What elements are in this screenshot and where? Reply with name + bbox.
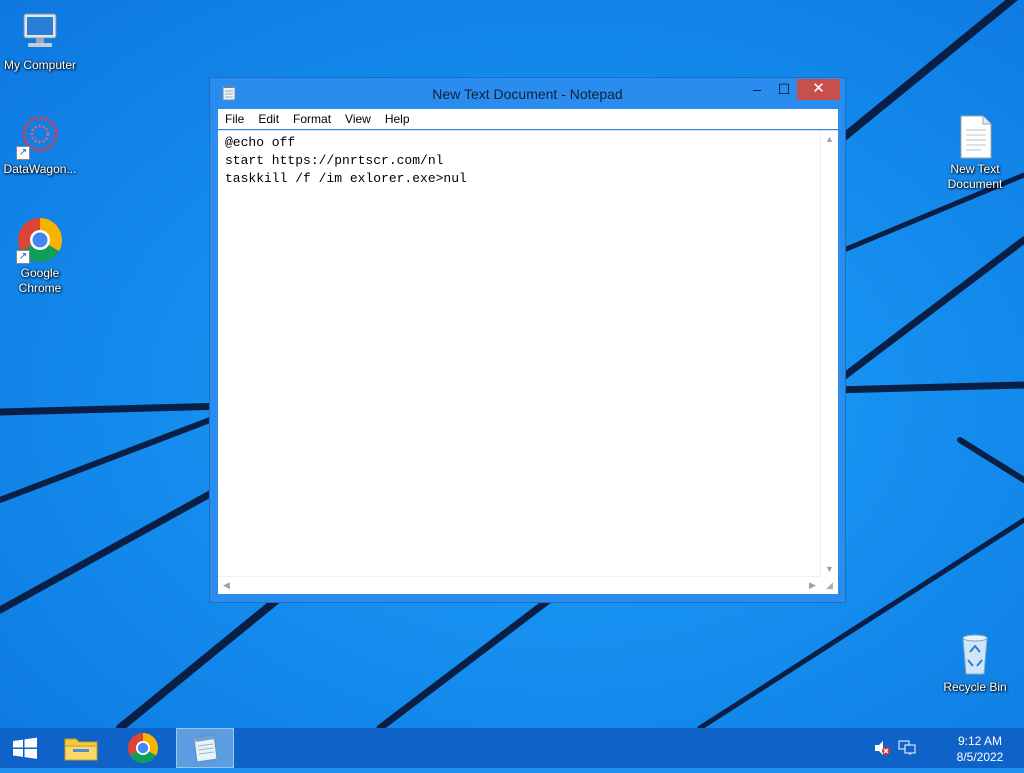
desktop-icon-label-line1: New Text xyxy=(950,162,1000,176)
scroll-down-icon[interactable]: ▼ xyxy=(821,561,838,578)
shortcut-arrow-icon: ↗ xyxy=(16,250,30,264)
desktop-icon-google-chrome[interactable]: ↗ Google Chrome xyxy=(0,216,80,296)
menu-view[interactable]: View xyxy=(338,109,378,129)
speaker-muted-icon[interactable] xyxy=(874,740,890,761)
desktop-icon-label-line2: Document xyxy=(947,177,1003,191)
scroll-up-icon[interactable]: ▲ xyxy=(821,131,838,148)
menu-bar: File Edit Format View Help xyxy=(218,109,838,129)
desktop-icon-datawagon[interactable]: ↗ DataWagon... xyxy=(0,112,80,177)
notepad-window[interactable]: New Text Document - Notepad – ☐ ✕ File Ed… xyxy=(209,77,846,603)
menu-help[interactable]: Help xyxy=(378,109,417,129)
size-grip[interactable]: ◢ xyxy=(821,577,838,594)
desktop-icon-label: DataWagon... xyxy=(3,162,77,176)
chrome-icon: ↗ xyxy=(16,216,64,264)
desktop-icon-recycle-bin[interactable]: Recycle Bin xyxy=(935,630,1015,695)
desktop-icon-label-line2: Chrome xyxy=(18,281,62,295)
taskbar: 9:12 AM 8/5/2022 xyxy=(0,728,1024,768)
desktop-icon-label-line1: Google xyxy=(20,266,60,280)
desktop-icon-new-text-document[interactable]: New Text Document xyxy=(935,112,1015,192)
editor-content[interactable]: @echo off start https://pnrtscr.com/nl t… xyxy=(225,134,467,188)
window-titlebar[interactable]: New Text Document - Notepad – ☐ ✕ xyxy=(210,78,845,108)
vertical-scrollbar[interactable]: ▲ ▼ xyxy=(820,131,838,578)
network-icon[interactable] xyxy=(898,740,916,761)
text-editor[interactable]: @echo off start https://pnrtscr.com/nl t… xyxy=(218,130,838,594)
desktop-icon-label: Recycle Bin xyxy=(943,680,1007,694)
recycle-bin-icon xyxy=(951,630,999,678)
taskbar-file-explorer[interactable] xyxy=(52,728,110,768)
scroll-right-icon[interactable]: ▶ xyxy=(804,577,821,594)
system-clock[interactable]: 9:12 AM 8/5/2022 xyxy=(948,733,1012,765)
desktop-icon-my-computer[interactable]: My Computer xyxy=(0,8,80,73)
desktop-icon-label: My Computer xyxy=(3,58,77,72)
folder-icon xyxy=(64,738,98,761)
menu-file[interactable]: File xyxy=(218,109,251,129)
text-document-icon xyxy=(951,112,999,160)
close-button[interactable]: ✕ xyxy=(797,79,840,100)
shortcut-arrow-icon: ↗ xyxy=(16,146,30,160)
menu-format[interactable]: Format xyxy=(286,109,338,129)
notepad-icon xyxy=(193,734,218,763)
menu-edit[interactable]: Edit xyxy=(251,109,286,129)
horizontal-scrollbar[interactable]: ◀ ▶ xyxy=(218,576,821,594)
desktop[interactable]: My Computer ↗ DataWagon... ↗ Google Chro… xyxy=(0,0,1024,728)
windows-logo-icon xyxy=(13,737,37,759)
minimize-button[interactable]: – xyxy=(743,79,771,100)
chrome-icon xyxy=(128,733,159,764)
taskbar-notepad[interactable] xyxy=(176,728,234,768)
computer-icon xyxy=(16,8,64,56)
scroll-left-icon[interactable]: ◀ xyxy=(218,577,235,594)
clock-date: 8/5/2022 xyxy=(956,750,1004,764)
taskbar-chrome[interactable] xyxy=(114,728,172,768)
datawagon-icon: ↗ xyxy=(16,112,64,160)
maximize-button[interactable]: ☐ xyxy=(771,79,797,100)
start-button[interactable] xyxy=(0,728,50,768)
clock-time: 9:12 AM xyxy=(957,734,1003,748)
